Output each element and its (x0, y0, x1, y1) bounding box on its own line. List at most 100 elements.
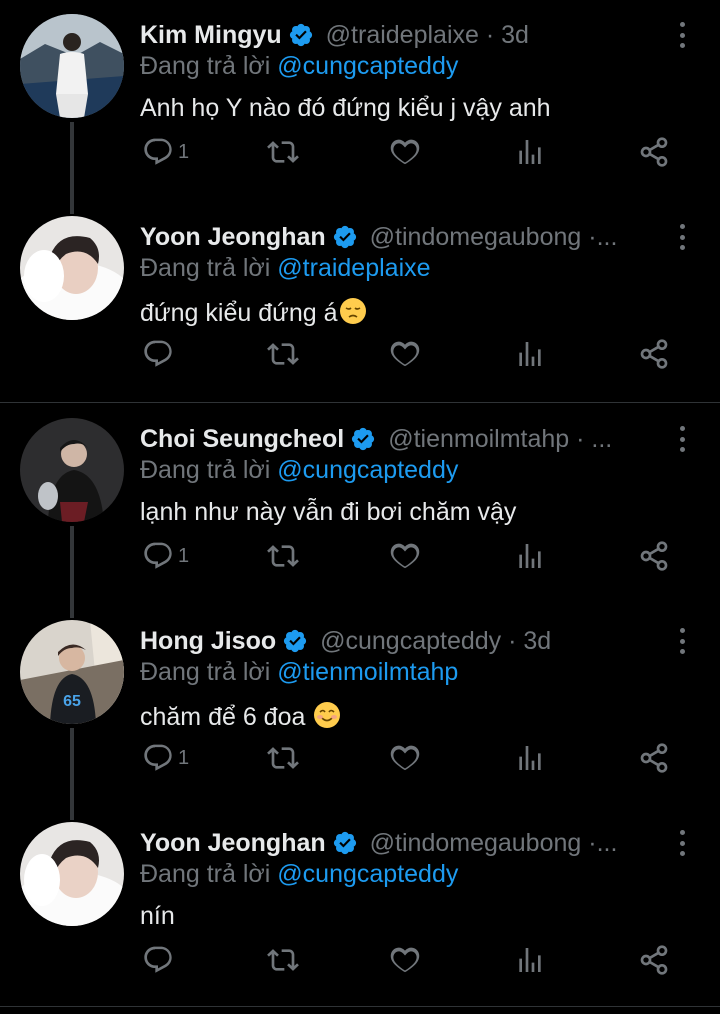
handle[interactable]: @tindomegaubong ·... (370, 829, 618, 858)
share-button[interactable] (638, 738, 670, 778)
stats-icon (519, 746, 541, 770)
handle[interactable]: @tindomegaubong ·... (370, 223, 618, 252)
tweet-text: đứng kiểu đứng á (140, 296, 368, 328)
avatar[interactable] (20, 216, 124, 320)
tweet-text: nín (140, 902, 175, 931)
like-button[interactable] (389, 940, 421, 980)
tweet[interactable]: Yoon Jeonghan @tindomegaubong ·... Đang … (0, 202, 720, 400)
like-button[interactable] (389, 738, 421, 778)
like-icon (390, 341, 420, 367)
handle[interactable]: @tienmoilmtahp · ... (388, 425, 612, 454)
display-name[interactable]: Kim Mingyu (140, 21, 282, 50)
share-icon (640, 743, 668, 773)
reply-button[interactable]: 1 (142, 132, 189, 172)
handle[interactable]: @cungcapteddy · 3d (320, 627, 551, 656)
pensive-face-emoji (339, 298, 366, 324)
retweet-icon (267, 949, 299, 971)
share-button[interactable] (638, 334, 670, 374)
smiling-face-emoji (314, 702, 341, 728)
reply-icon (144, 542, 172, 569)
action-bar: 1 (0, 536, 720, 576)
reply-button[interactable]: 1 (142, 536, 189, 576)
stats-button[interactable] (514, 536, 546, 576)
avatar[interactable] (20, 14, 124, 118)
action-bar: 1 (0, 132, 720, 172)
display-name[interactable]: Yoon Jeonghan (140, 829, 326, 858)
share-icon (640, 339, 668, 369)
stats-icon (519, 140, 541, 164)
display-name[interactable]: Yoon Jeonghan (140, 223, 326, 252)
more-icon[interactable] (678, 22, 686, 48)
action-bar (0, 334, 720, 374)
share-icon (640, 541, 668, 571)
conversation-thread: Kim Mingyu @traideplaixe · 3d Đang trả l… (0, 0, 720, 1014)
more-icon[interactable] (678, 426, 686, 452)
reply-prefix: Đang trả lời (140, 658, 271, 686)
retweet-button[interactable] (267, 940, 299, 980)
retweet-icon (267, 141, 299, 163)
tweet-text-content: lạnh như này vẫn đi bơi chăm vậy (140, 498, 517, 526)
reply-prefix: Đang trả lời (140, 52, 271, 80)
stats-button[interactable] (514, 334, 546, 374)
reply-prefix: Đang trả lời (140, 456, 271, 484)
reply-count: 1 (178, 140, 190, 163)
replying-to: Đang trả lời @traideplaixe (140, 254, 431, 283)
mention-link[interactable]: @traideplaixe (277, 254, 430, 282)
reply-button[interactable]: 1 (142, 738, 189, 778)
retweet-button[interactable] (267, 536, 299, 576)
share-button[interactable] (638, 536, 670, 576)
mention-link[interactable]: @cungcapteddy (277, 456, 458, 484)
tweet-text: chăm để 6 đoa (140, 700, 342, 732)
tweet[interactable]: Choi Seungcheol @tienmoilmtahp · ... Đan… (0, 404, 720, 618)
avatar[interactable] (20, 418, 124, 522)
like-button[interactable] (389, 536, 421, 576)
tweet-text: lạnh như này vẫn đi bơi chăm vậy (140, 498, 516, 527)
stats-button[interactable] (514, 738, 546, 778)
stats-button[interactable] (514, 132, 546, 172)
tweet-text-content: Anh họ Y nào đó đứng kiểu j vậy anh (140, 94, 551, 122)
like-button[interactable] (389, 132, 421, 172)
tweet-text-content: nín (140, 902, 175, 930)
retweet-button[interactable] (267, 738, 299, 778)
more-icon[interactable] (678, 628, 686, 654)
tweet-text-content: chăm để 6 đoa (140, 703, 306, 731)
verified-icon (333, 225, 356, 249)
more-icon[interactable] (678, 830, 686, 856)
like-icon (390, 745, 420, 771)
more-icon[interactable] (678, 224, 686, 250)
share-button[interactable] (638, 132, 670, 172)
tweet[interactable]: Kim Mingyu @traideplaixe · 3d Đang trả l… (0, 0, 720, 214)
retweet-icon (267, 747, 299, 769)
tweet[interactable]: 65 Hong Jisoo @cungcapteddy · 3d Đang tr… (0, 606, 720, 820)
mention-link[interactable]: @cungcapteddy (277, 52, 458, 80)
stats-icon (519, 342, 541, 366)
separator (0, 1006, 720, 1007)
share-icon (640, 945, 668, 975)
avatar[interactable] (20, 822, 124, 926)
like-icon (390, 543, 420, 569)
action-bar (0, 940, 720, 980)
reply-prefix: Đang trả lời (140, 860, 271, 888)
tweet[interactable]: Yoon Jeonghan @tindomegaubong ·... Đang … (0, 808, 720, 1008)
replying-to: Đang trả lời @tienmoilmtahp (140, 658, 458, 687)
verified-icon (289, 23, 312, 47)
display-name[interactable]: Hong Jisoo (140, 627, 276, 656)
verified-icon (284, 629, 307, 653)
like-icon (390, 139, 420, 165)
reply-button[interactable] (142, 334, 178, 374)
mention-link[interactable]: @cungcapteddy (277, 860, 458, 888)
retweet-button[interactable] (267, 132, 299, 172)
reply-button[interactable] (142, 940, 178, 980)
retweet-icon (267, 545, 299, 567)
replying-to: Đang trả lời @cungcapteddy (140, 860, 458, 889)
stats-button[interactable] (514, 940, 546, 980)
display-name[interactable]: Choi Seungcheol (140, 425, 344, 454)
mention-link[interactable]: @tienmoilmtahp (277, 658, 458, 686)
reply-icon (144, 744, 172, 771)
handle[interactable]: @traideplaixe · 3d (326, 21, 529, 50)
like-button[interactable] (389, 334, 421, 374)
retweet-button[interactable] (267, 334, 299, 374)
replying-to: Đang trả lời @cungcapteddy (140, 52, 458, 81)
share-button[interactable] (638, 940, 670, 980)
avatar[interactable]: 65 (20, 620, 124, 724)
